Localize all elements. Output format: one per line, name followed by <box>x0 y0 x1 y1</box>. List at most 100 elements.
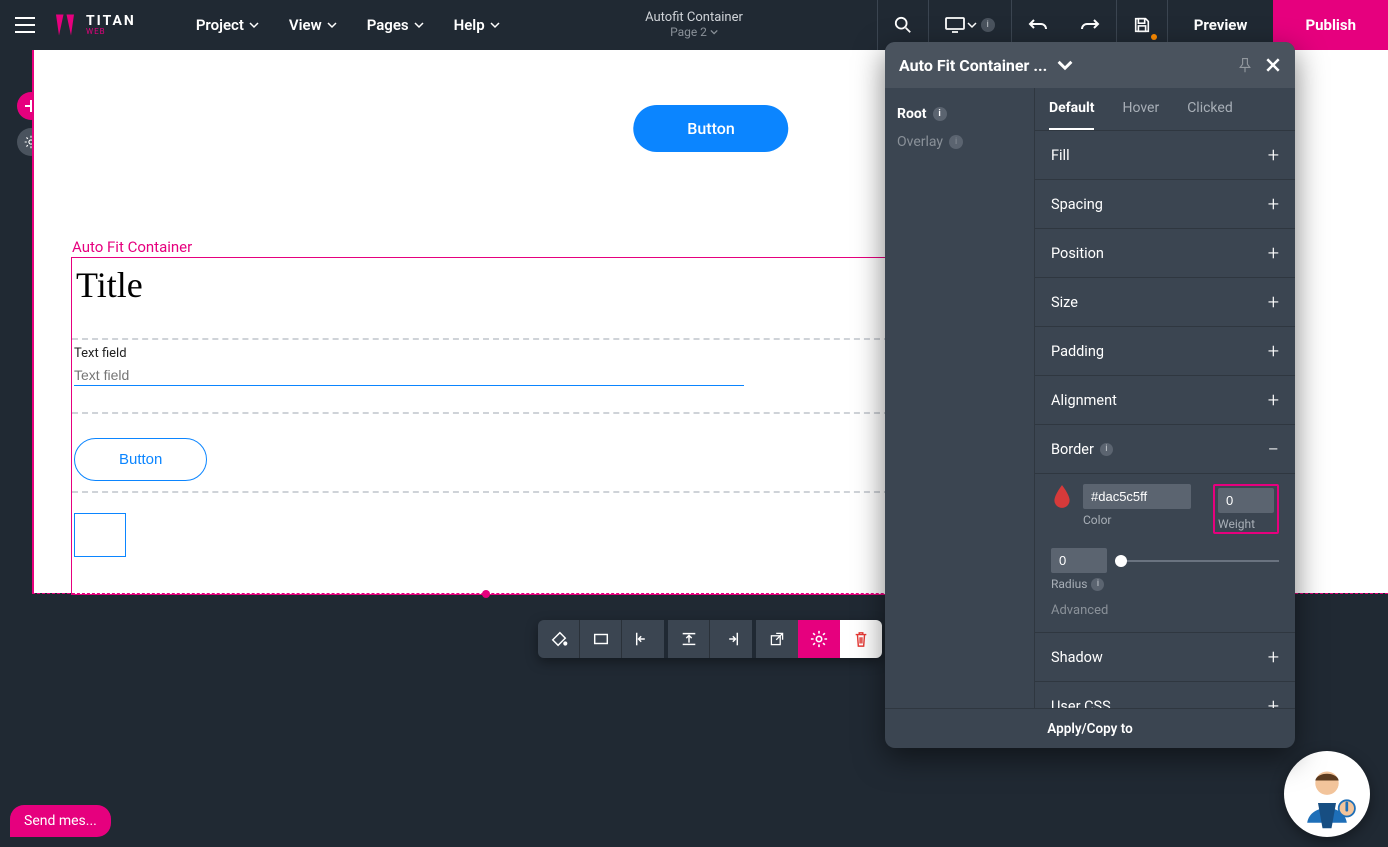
border-weight-input[interactable] <box>1218 488 1274 513</box>
textfield-label: Text field <box>74 346 898 361</box>
section-shadow-label: Shadow <box>1051 649 1103 666</box>
title-text[interactable]: Title <box>72 258 900 324</box>
apply-copy-button[interactable]: Apply/Copy to <box>885 708 1295 748</box>
chevron-down-icon <box>710 28 718 36</box>
pin-icon[interactable] <box>1237 57 1253 73</box>
plus-icon: + <box>1268 290 1279 314</box>
section-fill-label: Fill <box>1051 147 1070 164</box>
tab-hover[interactable]: Hover <box>1122 88 1159 130</box>
info-icon: i <box>1091 578 1104 591</box>
info-icon: i <box>1100 443 1113 456</box>
text-field-input[interactable] <box>74 365 744 386</box>
tree-root[interactable]: Rooti <box>895 100 1024 128</box>
hamburger-menu[interactable] <box>0 16 50 34</box>
state-tabs: Default Hover Clicked <box>1035 88 1295 131</box>
assistant-avatar[interactable] <box>1284 751 1370 837</box>
plus-icon: + <box>1268 694 1279 708</box>
primary-button[interactable]: Button <box>633 105 788 152</box>
section-padding-label: Padding <box>1051 343 1104 360</box>
border-advanced-link[interactable]: Advanced <box>1051 603 1279 618</box>
chat-button[interactable]: Send mes... <box>10 805 111 837</box>
section-usercss[interactable]: User CSS+ <box>1035 682 1295 708</box>
desktop-icon <box>945 17 967 33</box>
open-external-button[interactable] <box>756 620 798 658</box>
section-alignment[interactable]: Alignment+ <box>1035 376 1295 425</box>
plus-icon: + <box>1268 339 1279 363</box>
gear-icon <box>810 630 828 648</box>
redo-icon <box>1080 17 1100 33</box>
tree-overlay-label: Overlay <box>897 134 943 150</box>
apply-copy-label: Apply/Copy to <box>1047 721 1132 737</box>
menu-help[interactable]: Help <box>454 16 500 34</box>
section-size[interactable]: Size + <box>1035 278 1295 327</box>
outline-button[interactable]: Button <box>74 438 207 481</box>
external-icon <box>769 631 785 647</box>
element-settings-button[interactable] <box>798 620 840 658</box>
image-placeholder[interactable] <box>74 513 126 557</box>
section-size-label: Size <box>1051 294 1078 311</box>
border-radius-label: Radius <box>1051 577 1087 591</box>
plus-icon: + <box>1268 388 1279 412</box>
plus-icon: + <box>1268 645 1279 669</box>
brand-logo: TITAN WEB <box>50 10 136 40</box>
menu-view[interactable]: View <box>289 16 337 34</box>
border-weight-label: Weight <box>1218 517 1274 531</box>
save-icon <box>1133 16 1151 34</box>
tab-default[interactable]: Default <box>1049 88 1094 130</box>
brand-sub: WEB <box>86 28 136 36</box>
border-radius-slider[interactable] <box>1121 560 1279 562</box>
border-radius-input[interactable] <box>1051 548 1107 573</box>
section-padding[interactable]: Padding + <box>1035 327 1295 376</box>
border-color-input[interactable] <box>1083 484 1191 509</box>
menu-project[interactable]: Project <box>196 16 259 34</box>
undo-icon <box>1028 17 1048 33</box>
align-top-button[interactable] <box>668 620 710 658</box>
align-right-icon <box>722 630 740 648</box>
tab-clicked[interactable]: Clicked <box>1187 88 1233 130</box>
minus-icon: − <box>1268 437 1279 461</box>
panel-sections: Fill+ Spacing+ Position+ Size+ Padding+ … <box>1035 131 1295 708</box>
autofit-container[interactable]: Title Text field Button <box>71 257 901 595</box>
section-fill[interactable]: Fill + <box>1035 131 1295 180</box>
section-border-label: Border <box>1051 441 1094 458</box>
section-shadow[interactable]: Shadow + <box>1035 633 1295 682</box>
chevron-down-icon <box>490 20 500 30</box>
menu-pages[interactable]: Pages <box>367 16 424 34</box>
close-icon[interactable] <box>1265 57 1281 73</box>
section-border[interactable]: Borderi − <box>1035 425 1295 474</box>
color-swatch-icon[interactable] <box>1051 484 1073 510</box>
publish-button[interactable]: Publish <box>1273 0 1388 50</box>
slider-thumb[interactable] <box>1115 555 1127 567</box>
align-right-button[interactable] <box>710 620 752 658</box>
doc-name: Autofit Container <box>645 10 743 25</box>
plus-icon: + <box>1268 241 1279 265</box>
bg-fill-button[interactable] <box>538 620 580 658</box>
preview-label: Preview <box>1194 16 1248 34</box>
border-controls: Color Weight Radiusi <box>1035 474 1295 633</box>
tree-overlay[interactable]: Overlay i <box>895 128 1024 156</box>
chevron-down-icon[interactable] <box>1057 57 1073 73</box>
layout-button[interactable] <box>580 620 622 658</box>
properties-panel: Auto Fit Container ... Rooti Overlayi De… <box>885 42 1295 748</box>
tree-root-label: Root <box>897 106 927 122</box>
plus-icon: + <box>1268 143 1279 167</box>
align-left-icon <box>634 630 652 648</box>
panel-tree: Rooti Overlay i <box>885 88 1035 708</box>
section-spacing-label: Spacing <box>1051 196 1103 213</box>
chevron-down-icon <box>327 20 337 30</box>
doc-page: Page 2 <box>670 25 707 39</box>
section-spacing[interactable]: Spacing+ <box>1035 180 1295 229</box>
section-position[interactable]: Position+ <box>1035 229 1295 278</box>
align-left-button[interactable] <box>622 620 664 658</box>
menu-project-label: Project <box>196 16 244 34</box>
panel-header: Auto Fit Container ... <box>885 42 1295 88</box>
main-menu: Project View Pages Help <box>196 16 500 34</box>
resize-handle-bottom[interactable] <box>482 590 490 598</box>
delete-button[interactable] <box>840 620 882 658</box>
device-badge: i <box>981 18 995 32</box>
document-title[interactable]: Autofit Container Page 2 <box>645 10 743 40</box>
unsaved-indicator <box>1151 34 1157 40</box>
publish-label: Publish <box>1305 16 1356 34</box>
info-icon: i <box>949 135 963 149</box>
menu-view-label: View <box>289 16 322 34</box>
